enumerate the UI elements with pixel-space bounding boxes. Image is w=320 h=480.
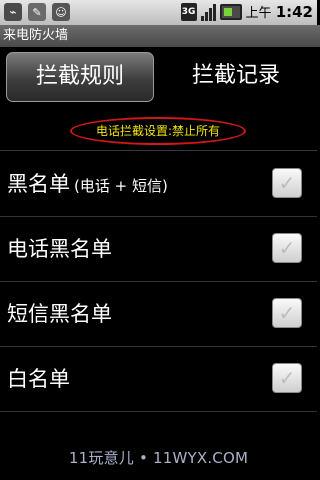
call-block-setting-text: 电话拦截设置:禁止所有 (95, 124, 221, 138)
check-icon: ✓ (278, 236, 296, 260)
list-item-sms-blacklist[interactable]: 短信黑名单 ✓ (0, 282, 317, 347)
sms-blacklist-checkbox[interactable]: ✓ (272, 298, 302, 328)
whitelist-checkbox[interactable]: ✓ (272, 363, 302, 393)
battery-icon (219, 3, 242, 20)
list-item-whitelist[interactable]: 白名单 ✓ (0, 347, 317, 412)
call-block-setting-banner[interactable]: 电话拦截设置:禁止所有 (70, 117, 246, 145)
list-item-label: 黑名单 (电话 + 短信) (7, 152, 168, 216)
rules-list: 黑名单 (电话 + 短信) ✓ 电话黑名单 ✓ 短信黑名单 ✓ 白名单 ✓ (0, 152, 317, 412)
signal-strength-icon (200, 3, 216, 21)
check-icon: ✓ (278, 366, 296, 390)
check-icon: ✓ (278, 171, 296, 195)
app-title: 来电防火墙 (3, 28, 69, 43)
edit-icon: ✎ (28, 3, 46, 21)
tab-block-log[interactable]: 拦截记录 (163, 52, 309, 100)
clock-time: 1:42 (275, 3, 313, 21)
usb-icon: ⌁ (4, 3, 22, 21)
list-item-blacklist[interactable]: 黑名单 (电话 + 短信) ✓ (0, 152, 317, 217)
tab-block-rules[interactable]: 拦截规则 (6, 52, 154, 102)
app-title-bar: 来电防火墙 (0, 25, 320, 47)
check-icon: ✓ (278, 301, 296, 325)
network-type-indicator: 3G (180, 2, 197, 21)
watermark: 11玩意儿 • 11WYX.COM (68, 449, 249, 467)
clock: 上午 1:42 (246, 2, 313, 21)
clock-period: 上午 (245, 6, 272, 21)
list-item-call-blacklist[interactable]: 电话黑名单 ✓ (0, 217, 317, 282)
call-blacklist-checkbox[interactable]: ✓ (272, 233, 302, 263)
blacklist-sublabel: (电话 + 短信) (74, 177, 168, 195)
sms-blacklist-label: 短信黑名单 (7, 302, 112, 326)
tab-bar: 拦截规则 拦截记录 (0, 47, 317, 107)
status-bar: ⌁ ✎ ☺ 3G 上午 1:42 (0, 0, 317, 25)
whitelist-label: 白名单 (7, 367, 70, 391)
person-icon: ☺ (52, 3, 70, 21)
notification-icons: ⌁ ✎ ☺ (4, 3, 70, 21)
system-indicators: 3G 上午 1:42 (180, 2, 313, 21)
divider (0, 150, 317, 151)
call-blacklist-label: 电话黑名单 (7, 237, 112, 261)
blacklist-checkbox[interactable]: ✓ (272, 168, 302, 198)
blacklist-label: 黑名单 (7, 172, 70, 196)
